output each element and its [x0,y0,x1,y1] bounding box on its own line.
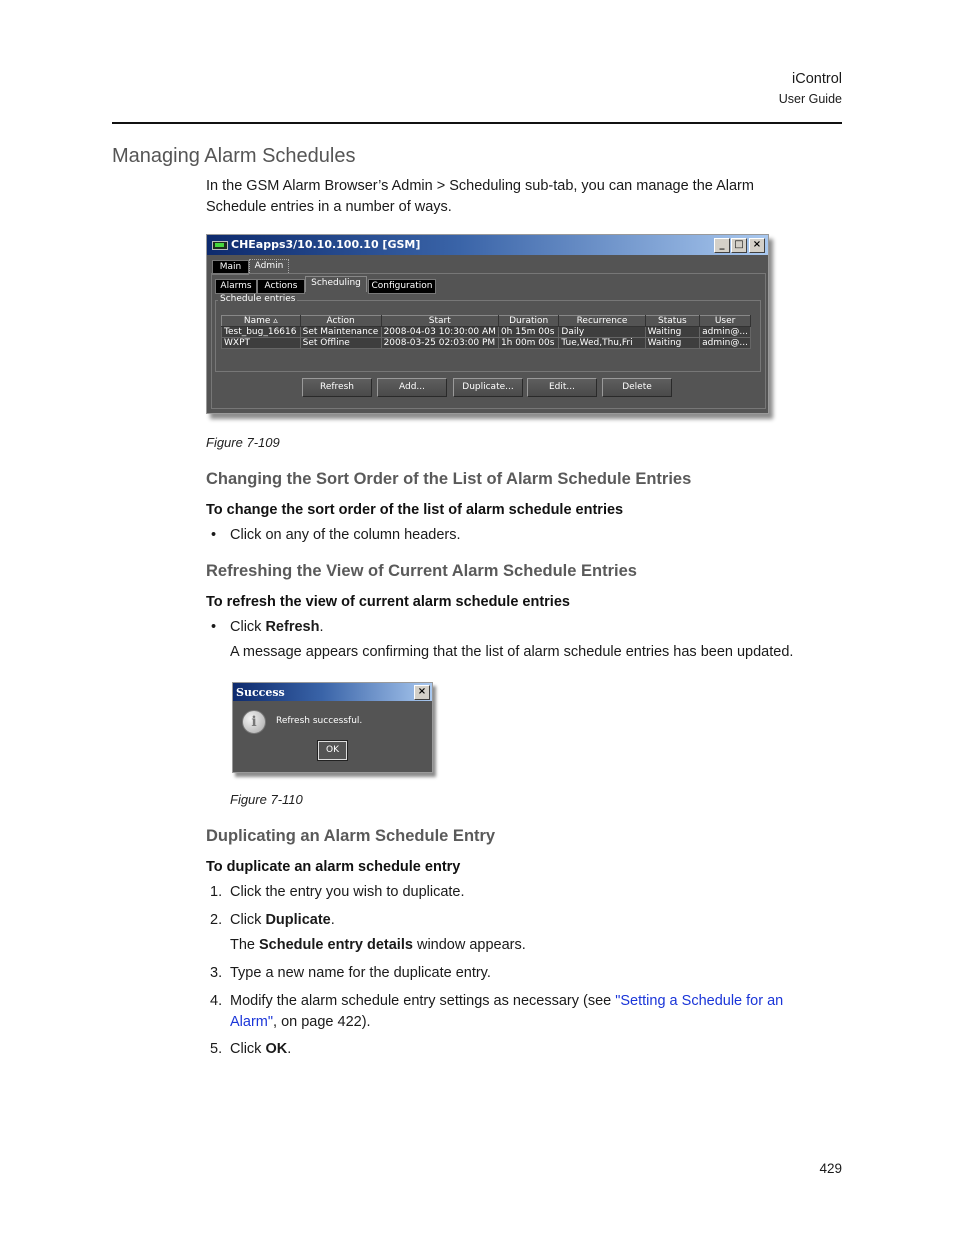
minimize-button[interactable]: _ [714,238,730,253]
section-title: Managing Alarm Schedules [112,145,356,167]
app-led-icon [212,241,228,250]
link-part-1[interactable]: "Setting a Schedule for an [615,993,783,1009]
refresh-bullet: Click Refresh. [230,617,323,638]
cell-start: 2008-03-25 02:03:00 PM [380,337,499,349]
tab-actions[interactable]: Actions [257,279,305,294]
intro-paragraph: In the GSM Alarm Browser’s Admin > Sched… [206,176,754,218]
step-3-text: Type a new name for the duplicate entry. [230,965,491,981]
bullet-dot: • [211,619,217,635]
table-header-row: Name ▵ Action Start Duration Recurrence … [221,315,751,327]
step-1-text: Click the entry you wish to duplicate. [230,884,465,900]
step-2-pre: Click [230,912,266,928]
step-4-post: , on page 422). [273,1014,371,1030]
step-number: 4. [210,993,223,1009]
step-2-note-post: window appears. [412,937,526,953]
cell-recurrence: Tue,Wed,Thu,Fri [558,337,646,349]
step-5-pre: Click [230,1041,266,1057]
step-number: 1. [210,884,223,900]
add-button[interactable]: Add... [377,378,447,397]
cell-duration: 1h 00m 00s [497,337,560,349]
step-2-text: Click Duplicate. [230,910,335,931]
cell-recurrence: Daily [558,326,646,338]
column-header-recurrence[interactable]: Recurrence [558,315,646,327]
schedule-entries-label: Schedule entries [218,294,298,304]
step-2-note: The Schedule entry details window appear… [230,935,526,956]
maximize-button[interactable]: □ [731,238,747,253]
step-2-post: . [330,912,335,928]
tab-alarms[interactable]: Alarms [215,279,257,294]
cell-user: admin@... [699,337,751,349]
sort-heading: Changing the Sort Order of the List of A… [206,470,692,488]
sort-bullet-text: Click on any of the column headers. [230,527,461,543]
success-dialog: Success × i Refresh successful. OK [232,682,433,773]
window-title: CHEapps3/10.10.100.10 [GSM] [231,238,421,251]
header-doc-title: User Guide [778,92,842,106]
column-header-name[interactable]: Name ▵ [221,315,301,327]
cell-start: 2008-04-03 10:30:00 AM [380,326,499,338]
figure-caption-1: Figure 7-109 [206,435,280,450]
step-5-bold: OK [265,1041,288,1057]
column-header-duration[interactable]: Duration [497,315,560,327]
step-4-pre: Modify the alarm schedule entry settings… [230,993,616,1009]
tab-scheduling[interactable]: Scheduling [305,276,367,292]
duplicate-heading: Duplicating an Alarm Schedule Entry [206,827,496,845]
figure-caption-2: Figure 7-110 [230,792,303,807]
header-product: iControl [792,71,842,87]
step-2-note-pre: The [230,937,260,953]
refresh-note: A message appears confirming that the li… [230,644,794,660]
step-2-note-bold: Schedule entry details [259,937,413,953]
refresh-heading: Refreshing the View of Current Alarm Sch… [206,562,637,580]
step-5-text: Click OK. [230,1039,291,1060]
tab-configuration[interactable]: Configuration [368,279,436,294]
refresh-bullet-suffix: . [319,619,324,635]
step-4-text: Modify the alarm schedule entry settings… [230,991,830,1033]
step-number: 3. [210,965,223,981]
duplicate-button[interactable]: Duplicate... [453,378,523,397]
cell-status: Waiting [644,326,701,338]
ok-button[interactable]: OK [317,740,348,761]
intro-line-1: In the GSM Alarm Browser’s Admin > Sched… [206,178,754,194]
delete-button[interactable]: Delete [602,378,672,397]
table-row[interactable]: WXPT Set Offline 2008-03-25 02:03:00 PM … [221,337,751,349]
edit-button[interactable]: Edit... [527,378,597,397]
column-header-user[interactable]: User [699,315,751,327]
dialog-message: Refresh successful. [276,716,363,726]
cell-action: Set Offline [299,337,382,349]
cell-action: Set Maintenance [299,326,382,338]
page-number: 429 [819,1161,842,1176]
refresh-procedure-title: To refresh the view of current alarm sch… [206,594,570,610]
close-button[interactable]: × [749,238,765,253]
step-number: 5. [210,1041,223,1057]
duplicate-procedure-title: To duplicate an alarm schedule entry [206,859,461,875]
tab-admin[interactable]: Admin [249,259,289,273]
cell-duration: 0h 15m 00s [497,326,560,338]
refresh-bullet-prefix: Click [230,619,266,635]
info-icon: i [242,710,266,734]
cell-name: WXPT [221,337,301,349]
step-2-bold: Duplicate [265,912,331,928]
column-header-status[interactable]: Status [644,315,701,327]
sort-procedure-title: To change the sort order of the list of … [206,502,624,518]
bullet-dot: • [211,527,217,543]
column-header-start[interactable]: Start [380,315,499,327]
dialog-close-button[interactable]: × [414,685,430,700]
header-divider [112,122,842,124]
gsm-alarm-browser-window: CHEapps3/10.10.100.10 [GSM] _ □ × Main A… [206,234,769,414]
table-row[interactable]: Test_bug_16616 Set Maintenance 2008-04-0… [221,326,751,338]
step-number: 2. [210,912,223,928]
dialog-title: Success [236,686,285,699]
cell-name: Test_bug_16616 [221,326,301,338]
cell-user: admin@... [699,326,751,338]
column-header-action[interactable]: Action [299,315,382,327]
refresh-button[interactable]: Refresh [302,378,372,397]
intro-line-2: Schedule entries in a number of ways. [206,199,452,215]
step-5-post: . [287,1041,292,1057]
window-title-bar[interactable]: CHEapps3/10.10.100.10 [GSM] _ □ × [207,235,768,255]
cell-status: Waiting [644,337,701,349]
dialog-title-bar[interactable]: Success × [233,683,432,701]
link-part-2[interactable]: Alarm" [230,1014,273,1030]
schedule-table: Name ▵ Action Start Duration Recurrence … [221,315,751,349]
refresh-bullet-bold: Refresh [265,619,320,635]
